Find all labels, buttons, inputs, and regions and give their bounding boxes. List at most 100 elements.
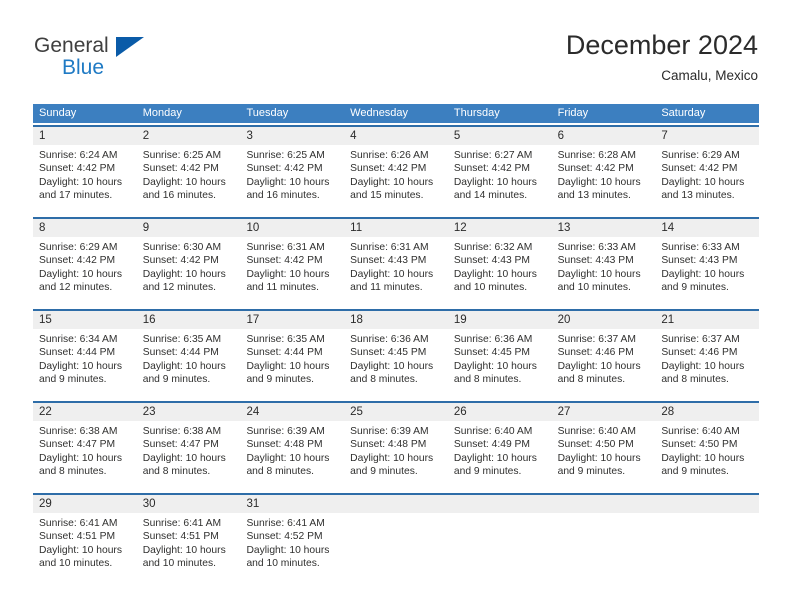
daylight-text-line2: and 9 minutes. — [246, 374, 314, 386]
day-cell[interactable]: 22 Sunrise: 6:38 AM Sunset: 4:47 PM Dayligh… — [33, 403, 137, 485]
day-cell[interactable]: 23 Sunrise: 6:38 AM Sunset: 4:47 PM Dayligh… — [136, 403, 241, 485]
day-details: Sunrise: 6:41 AM Sunset: 4:52 PM Daylight:… — [240, 513, 344, 571]
daylight-text-line2: and 10 minutes. — [453, 282, 528, 294]
calendar-week-row: 15 Sunrise: 6:34 AM Sunset: 4:44 PM Dayligh… — [33, 309, 760, 393]
daylight-text-line2: and 13 minutes. — [661, 190, 735, 202]
day-cell[interactable]: 25 Sunrise: 6:39 AM Sunset: 4:48 PM Dayligh… — [344, 403, 448, 485]
day-details: Sunrise: 6:35 AM Sunset: 4:44 PM Daylight:… — [137, 329, 241, 387]
daylight-text-line2: and 8 minutes. — [557, 374, 626, 386]
daylight-text-line2: and 9 minutes. — [142, 374, 211, 386]
day-cell[interactable]: 21 Sunrise: 6:37 AM Sunset: 4:46 PM Dayligh… — [655, 311, 760, 393]
daylight-text-line1: Daylight: 10 hours — [557, 176, 641, 188]
day-cell[interactable]: 2 Sunrise: 6:25 AM Sunset: 4:42 PM Daylight… — [136, 127, 241, 209]
sunset-text: Sunset: 4:46 PM — [557, 347, 634, 359]
day-cell[interactable]: 14 Sunrise: 6:33 AM Sunset: 4:43 PM Dayligh… — [655, 219, 760, 301]
day-details: Sunrise: 6:38 AM Sunset: 4:47 PM Daylight:… — [33, 421, 137, 479]
day-cell[interactable]: 30 Sunrise: 6:41 AM Sunset: 4:51 PM Dayligh… — [136, 495, 241, 577]
sunrise-text: Sunrise: 6:35 AM — [246, 334, 325, 345]
day-number: 5 — [447, 127, 552, 145]
day-details: Sunrise: 6:41 AM Sunset: 4:51 PM Daylight:… — [137, 513, 241, 571]
sunrise-text: Sunrise: 6:29 AM — [39, 242, 118, 253]
sunrise-text: Sunrise: 6:31 AM — [350, 242, 429, 253]
sunrise-text: Sunrise: 6:35 AM — [142, 334, 222, 345]
day-details: Sunrise: 6:33 AM Sunset: 4:43 PM Daylight:… — [655, 237, 759, 295]
daylight-text-line1: Daylight: 10 hours — [350, 268, 434, 280]
daylight-text-line2: and 10 minutes. — [557, 282, 631, 294]
sunrise-text: Sunrise: 6:36 AM — [453, 334, 533, 345]
calendar-week-row: 1 Sunrise: 6:24 AM Sunset: 4:42 PM Daylight… — [33, 125, 760, 209]
day-cell[interactable]: 28 Sunrise: 6:40 AM Sunset: 4:50 PM Dayligh… — [655, 403, 760, 485]
daylight-text-line2: and 12 minutes. — [142, 282, 216, 294]
day-details: Sunrise: 6:26 AM Sunset: 4:42 PM Daylight:… — [344, 145, 448, 203]
daylight-text-line1: Daylight: 10 hours — [39, 360, 122, 372]
day-cell[interactable]: 16 Sunrise: 6:35 AM Sunset: 4:44 PM Dayligh… — [136, 311, 241, 393]
day-cell[interactable]: 18 Sunrise: 6:36 AM Sunset: 4:45 PM Dayligh… — [344, 311, 448, 393]
day-cell[interactable]: 24 Sunrise: 6:39 AM Sunset: 4:48 PM Dayligh… — [240, 403, 345, 485]
sunset-text: Sunset: 4:44 PM — [246, 347, 323, 359]
calendar-weeks: 1 Sunrise: 6:24 AM Sunset: 4:42 PM Daylight… — [33, 125, 760, 577]
day-cell[interactable]: 20 Sunrise: 6:37 AM Sunset: 4:46 PM Dayligh… — [551, 311, 656, 393]
sunset-text: Sunset: 4:42 PM — [39, 163, 116, 175]
day-cell[interactable]: 10 Sunrise: 6:31 AM Sunset: 4:42 PM Dayligh… — [240, 219, 345, 301]
sunset-text: Sunset: 4:47 PM — [39, 439, 116, 451]
day-cell[interactable]: 5 Sunrise: 6:27 AM Sunset: 4:42 PM Daylight… — [447, 127, 552, 209]
sunset-text: Sunset: 4:45 PM — [350, 347, 427, 359]
day-details: Sunrise: 6:40 AM Sunset: 4:50 PM Daylight:… — [655, 421, 759, 479]
day-cell[interactable]: 29 Sunrise: 6:41 AM Sunset: 4:51 PM Dayligh… — [33, 495, 137, 577]
sunrise-text: Sunrise: 6:32 AM — [453, 242, 533, 253]
day-cell[interactable]: 15 Sunrise: 6:34 AM Sunset: 4:44 PM Dayligh… — [33, 311, 137, 393]
day-cell[interactable]: 27 Sunrise: 6:40 AM Sunset: 4:50 PM Dayligh… — [551, 403, 656, 485]
daylight-text-line2: and 12 minutes. — [39, 282, 113, 294]
page-header: General Blue December 2024 Camalu, Mexic… — [0, 0, 792, 100]
day-cell[interactable]: 8 Sunrise: 6:29 AM Sunset: 4:42 PM Daylight… — [33, 219, 137, 301]
daylight-text-line2: and 8 minutes. — [350, 374, 418, 386]
day-cell[interactable]: 13 Sunrise: 6:33 AM Sunset: 4:43 PM Dayligh… — [551, 219, 656, 301]
day-cell[interactable]: 11 Sunrise: 6:31 AM Sunset: 4:43 PM Dayligh… — [344, 219, 448, 301]
daylight-text-line2: and 11 minutes. — [246, 282, 319, 294]
daylight-text-line1: Daylight: 10 hours — [246, 176, 330, 188]
calendar-week-row: 29 Sunrise: 6:41 AM Sunset: 4:51 PM Dayligh… — [33, 493, 760, 577]
daylight-text-line2: and 8 minutes. — [246, 466, 314, 478]
sunrise-text: Sunrise: 6:34 AM — [39, 334, 118, 345]
sunrise-text: Sunrise: 6:24 AM — [39, 150, 118, 161]
day-number: 19 — [447, 311, 552, 329]
sunrise-text: Sunrise: 6:37 AM — [661, 334, 740, 345]
daylight-text-line2: and 17 minutes. — [39, 190, 113, 202]
day-cell[interactable]: 26 Sunrise: 6:40 AM Sunset: 4:49 PM Dayligh… — [447, 403, 552, 485]
daylight-text-line1: Daylight: 10 hours — [453, 452, 537, 464]
day-cell[interactable]: 3 Sunrise: 6:25 AM Sunset: 4:42 PM Daylight… — [240, 127, 345, 209]
sunrise-text: Sunrise: 6:38 AM — [39, 426, 118, 437]
day-details: Sunrise: 6:25 AM Sunset: 4:42 PM Daylight:… — [137, 145, 241, 203]
weekday-header-wednesday: Wednesday — [350, 107, 409, 119]
day-cell[interactable]: 9 Sunrise: 6:30 AM Sunset: 4:42 PM Daylight… — [136, 219, 241, 301]
sunrise-text: Sunrise: 6:41 AM — [246, 518, 325, 529]
sunset-text: Sunset: 4:50 PM — [557, 439, 634, 451]
day-details: Sunrise: 6:29 AM Sunset: 4:42 PM Daylight:… — [655, 145, 759, 203]
weekday-header-thursday: Thursday — [453, 107, 500, 119]
day-cell[interactable]: 19 Sunrise: 6:36 AM Sunset: 4:45 PM Dayligh… — [447, 311, 552, 393]
day-details — [655, 513, 759, 517]
day-number: 2 — [136, 127, 241, 145]
day-cell[interactable]: 7 Sunrise: 6:29 AM Sunset: 4:42 PM Daylight… — [655, 127, 760, 209]
daylight-text-line1: Daylight: 10 hours — [246, 268, 330, 280]
title-block: December 2024 Camalu, Mexico — [566, 28, 758, 86]
day-details: Sunrise: 6:31 AM Sunset: 4:43 PM Daylight:… — [344, 237, 448, 295]
day-cell-empty — [344, 495, 448, 577]
daylight-text-line1: Daylight: 10 hours — [453, 360, 537, 372]
day-cell[interactable]: 1 Sunrise: 6:24 AM Sunset: 4:42 PM Daylight… — [33, 127, 137, 209]
weekday-header-monday: Monday — [142, 107, 182, 119]
daylight-text-line1: Daylight: 10 hours — [661, 176, 745, 188]
day-cell[interactable]: 6 Sunrise: 6:28 AM Sunset: 4:42 PM Daylight… — [551, 127, 656, 209]
daylight-text-line2: and 16 minutes. — [142, 190, 216, 202]
sunset-text: Sunset: 4:48 PM — [246, 439, 323, 451]
sunrise-text: Sunrise: 6:28 AM — [557, 150, 637, 161]
day-cell[interactable]: 12 Sunrise: 6:32 AM Sunset: 4:43 PM Dayligh… — [447, 219, 552, 301]
day-cell[interactable]: 4 Sunrise: 6:26 AM Sunset: 4:42 PM Daylight… — [344, 127, 448, 209]
sunrise-text: Sunrise: 6:29 AM — [661, 150, 740, 161]
daylight-text-line2: and 9 minutes. — [661, 466, 729, 478]
day-cell[interactable]: 31 Sunrise: 6:41 AM Sunset: 4:52 PM Dayligh… — [240, 495, 345, 577]
day-cell[interactable]: 17 Sunrise: 6:35 AM Sunset: 4:44 PM Dayligh… — [240, 311, 345, 393]
sunset-text: Sunset: 4:42 PM — [142, 255, 219, 267]
day-details — [344, 513, 448, 517]
general-blue-logo[interactable]: General Blue — [34, 34, 214, 86]
